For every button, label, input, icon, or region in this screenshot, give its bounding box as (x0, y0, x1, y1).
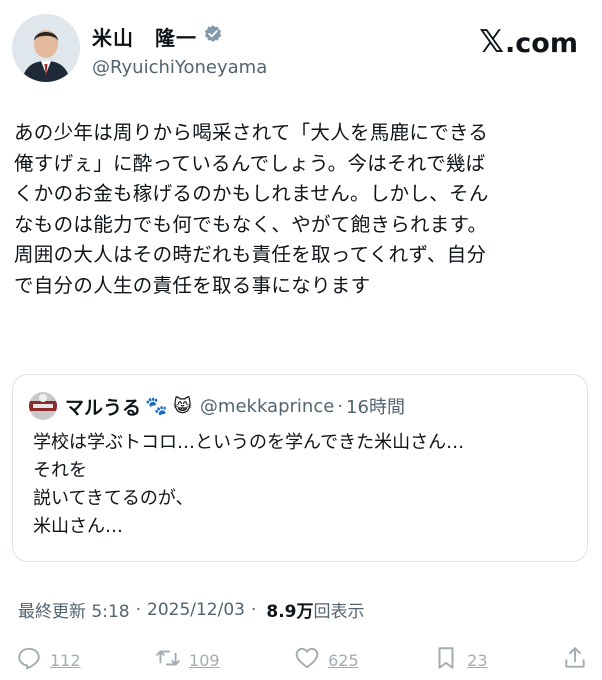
tweet-date[interactable]: 2025/12/03 (147, 600, 245, 620)
author-display-name[interactable]: 米山 隆一 (92, 22, 197, 51)
author-handle[interactable]: @RyuichiYoneyama (92, 57, 267, 78)
x-com-logo: 𝕏.com (479, 24, 578, 60)
quoted-tweet[interactable]: マルうる 🐾 😸 @mekkaprince · 16時間 学校は学ぶトコロ…とい… (12, 374, 588, 562)
tweet-text: あの少年は周りから喝采されて「大人を馬鹿にできる 俺すげぇ」に酔っているんでしょ… (14, 121, 489, 297)
meta-separator: · (135, 599, 141, 620)
brand-suffix: .com (505, 28, 578, 59)
quoted-author-avatar[interactable] (29, 392, 57, 420)
quoted-tweet-text: 学校は学ぶトコロ…というのを学んできた米山さん… それを 説いてきてるのが、 米… (33, 432, 465, 537)
share-button[interactable] (562, 644, 588, 676)
edited-timestamp[interactable]: 最終更新 5:18 (18, 597, 130, 622)
action-bar: 112 109 625 23 (16, 644, 588, 676)
quoted-tweet-header: マルうる 🐾 😸 @mekkaprince · 16時間 (29, 391, 405, 421)
bookmark-icon (433, 645, 459, 675)
reply-icon (16, 645, 42, 675)
verified-badge-icon (203, 24, 223, 49)
meta-separator-2: · (250, 599, 257, 620)
x-logo-icon: 𝕏 (479, 24, 505, 60)
quoted-author-emoji: 🐾 😸 (145, 395, 192, 417)
tweet-header: 米山 隆一 @RyuichiYoneyama 𝕏.com (12, 14, 578, 86)
reply-count: 112 (50, 650, 81, 670)
views-count: 8.9万 (266, 602, 314, 622)
author-names: 米山 隆一 @RyuichiYoneyama (92, 22, 267, 78)
heart-icon (294, 645, 320, 675)
like-button[interactable]: 625 (294, 644, 359, 676)
quoted-separator: · (337, 395, 344, 417)
tweet-meta: 最終更新 5:18 · 2025/12/03 · 8.9万 回表示 (18, 597, 365, 623)
retweet-count: 109 (189, 650, 220, 670)
reply-button[interactable]: 112 (16, 644, 81, 676)
bookmark-count: 23 (467, 650, 488, 670)
like-count: 625 (328, 650, 359, 670)
views-label: 回表示 (313, 602, 365, 622)
retweet-icon (155, 645, 181, 675)
author-avatar[interactable] (12, 14, 80, 82)
bookmark-button[interactable]: 23 (433, 644, 488, 676)
share-icon (562, 645, 588, 675)
quoted-author-handle[interactable]: @mekkaprince (200, 396, 334, 417)
quoted-timestamp[interactable]: 16時間 (346, 393, 405, 419)
author-display-name-row[interactable]: 米山 隆一 (92, 22, 267, 51)
quoted-author-name[interactable]: マルうる (65, 393, 141, 420)
retweet-button[interactable]: 109 (155, 644, 220, 676)
